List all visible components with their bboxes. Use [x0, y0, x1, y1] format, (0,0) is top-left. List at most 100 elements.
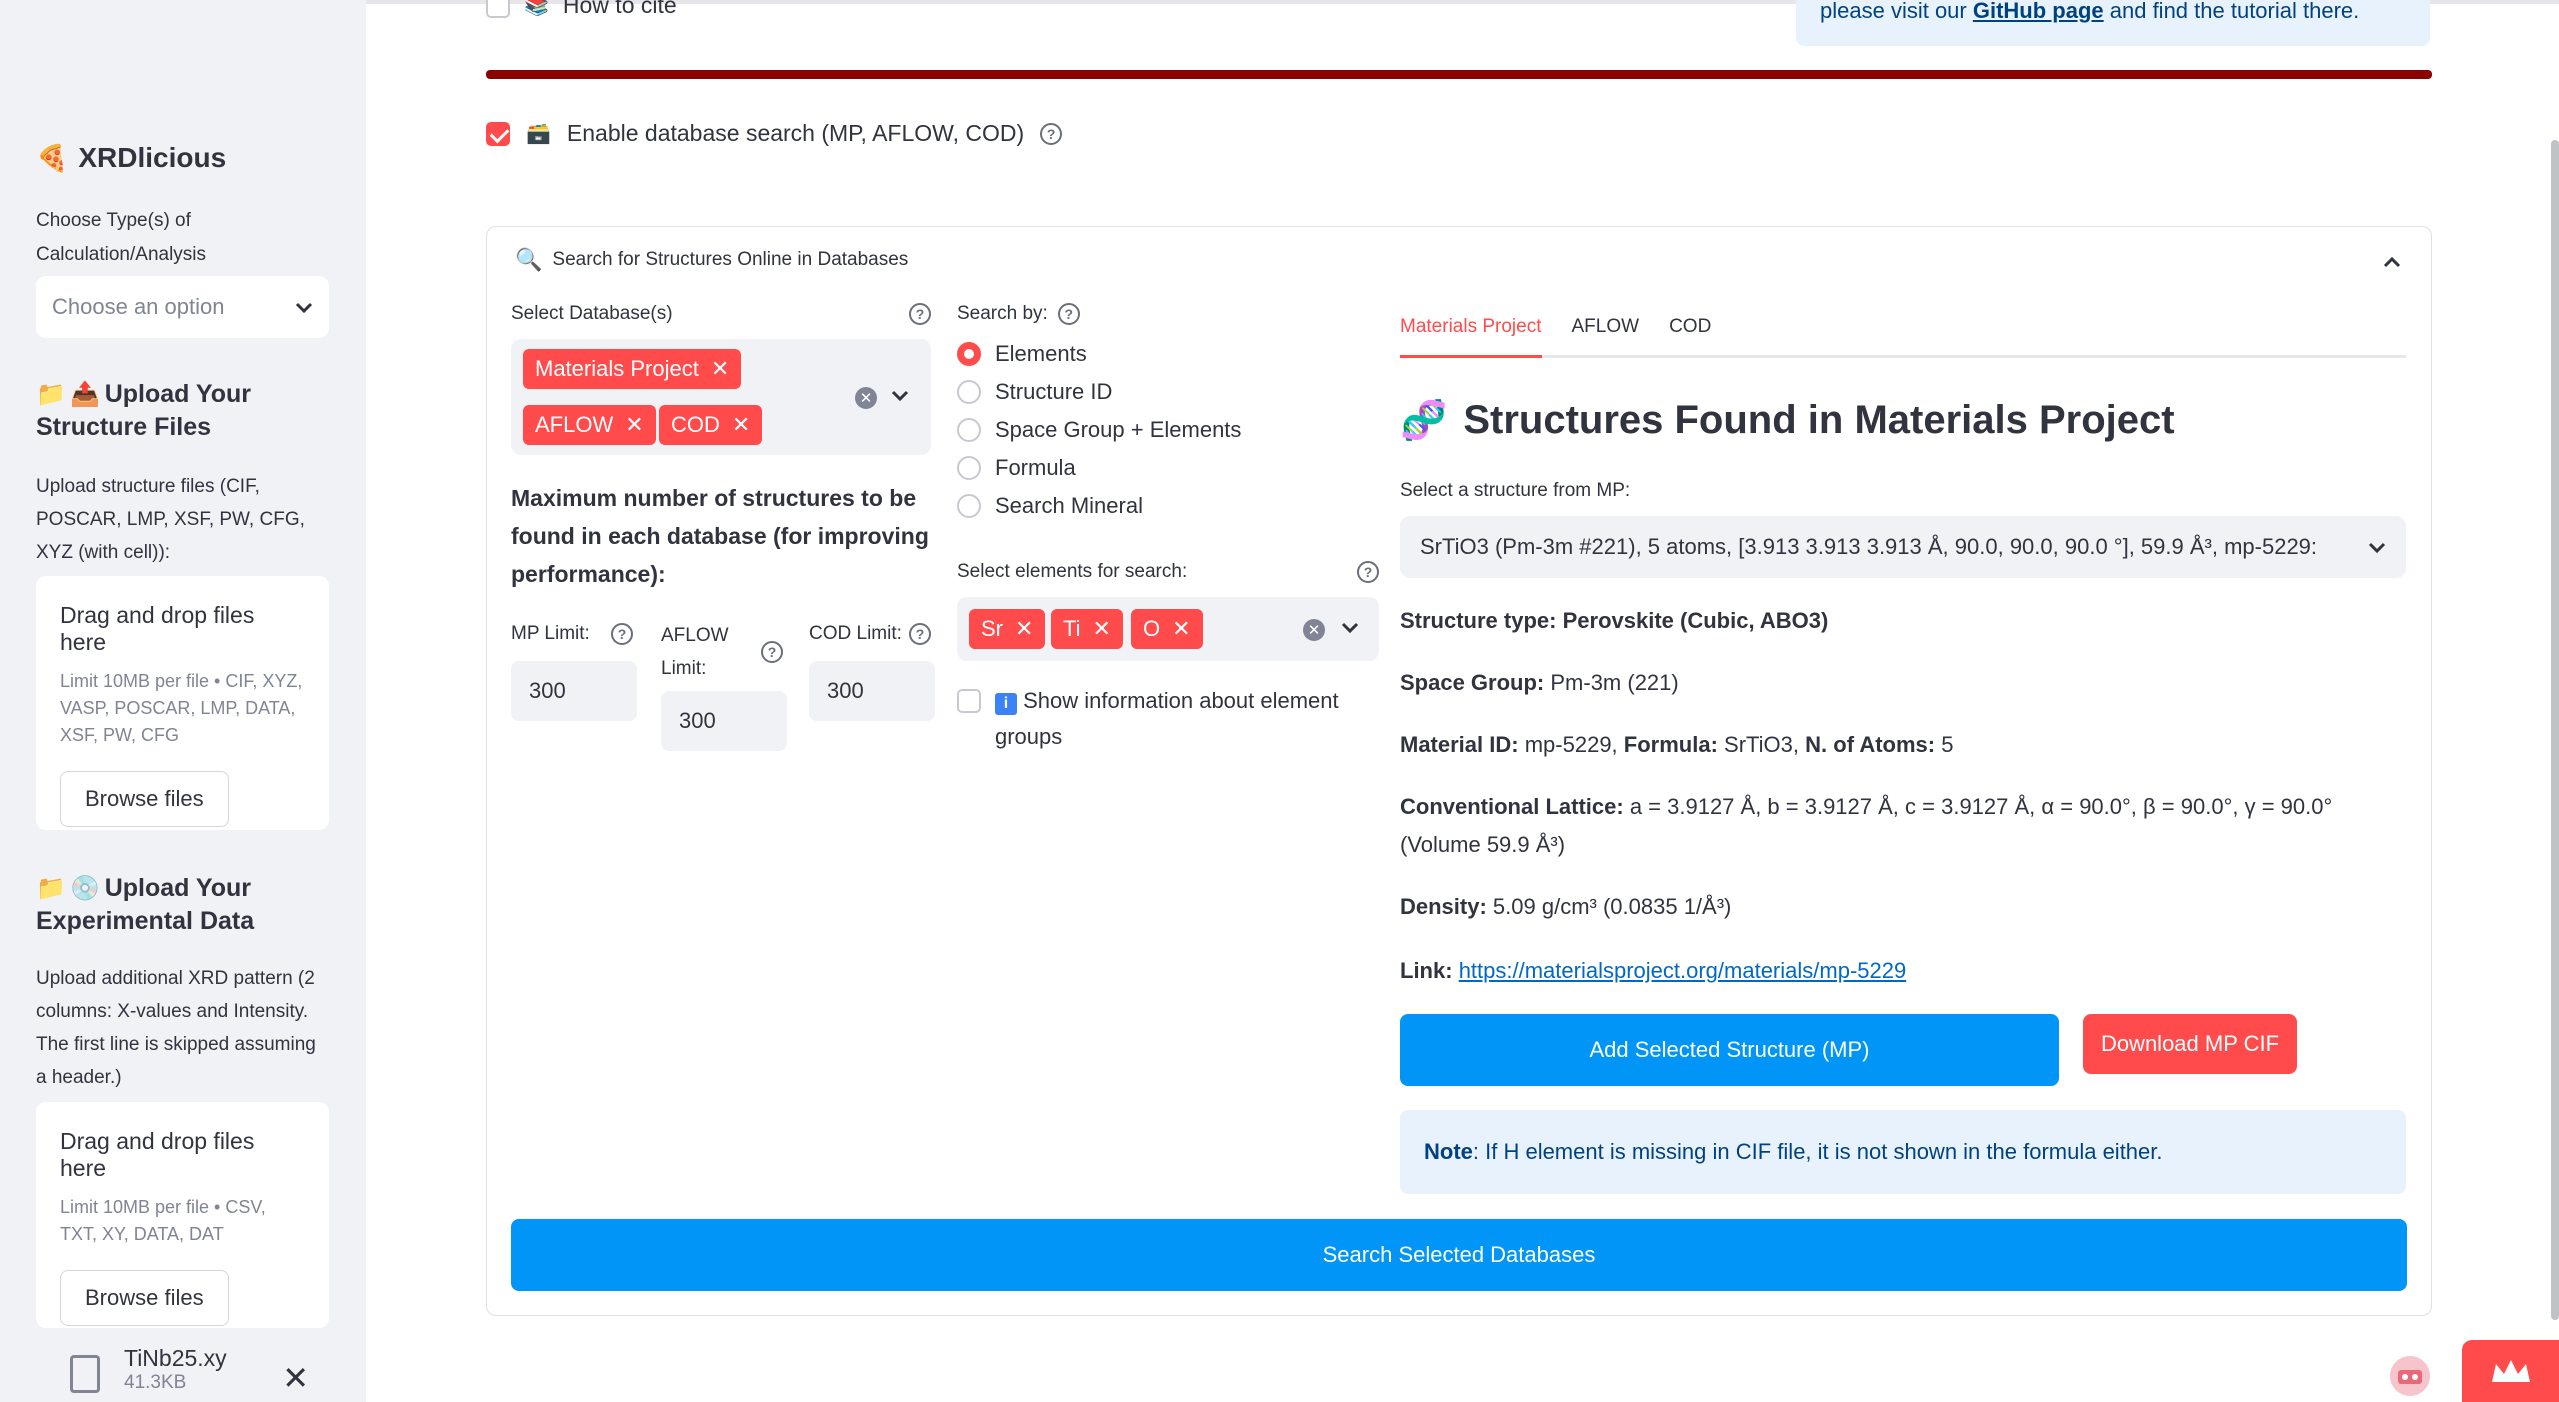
app-title: 🍕 XRDlicious — [36, 142, 227, 173]
show-element-info-checkbox[interactable]: i Show information about element groups — [957, 683, 1377, 755]
github-link[interactable]: GitHub page — [1973, 0, 2104, 23]
search-by-label: Search by: — [957, 303, 1048, 324]
chevron-down-icon — [295, 294, 313, 320]
radio-structure-id[interactable]: Structure ID — [957, 373, 1241, 411]
upload-experimental-description: Upload additional XRD pattern (2 columns… — [36, 968, 316, 1088]
material-id: Material ID: mp-5229, Formula: SrTiO3, N… — [1400, 732, 1954, 757]
card-box-icon: 🗃️ — [526, 123, 551, 145]
streamlit-status-icon[interactable] — [2388, 1354, 2432, 1398]
remove-tag-icon[interactable]: ✕ — [1015, 616, 1033, 642]
experimental-file-dropzone[interactable]: Drag and drop files here Limit 10MB per … — [36, 1102, 329, 1328]
download-mp-cif-button[interactable]: Download MP CIF — [2083, 1014, 2297, 1074]
material-link: Link: https://materialsproject.org/mater… — [1400, 958, 1907, 983]
streamlit-crown-badge[interactable] — [2462, 1340, 2559, 1402]
crown-icon — [2492, 1360, 2530, 1382]
radio-space-group-elements[interactable]: Space Group + Elements — [957, 411, 1241, 449]
help-icon[interactable]: ? — [909, 623, 931, 645]
radio-search-mineral[interactable]: Search Mineral — [957, 487, 1241, 525]
tab-cod[interactable]: COD — [1669, 302, 1711, 358]
radio-formula[interactable]: Formula — [957, 449, 1241, 487]
cod-limit-label: COD Limit: — [809, 623, 902, 644]
file-name: TiNb25.xy — [124, 1345, 227, 1371]
dropzone-limit: Limit 10MB per file • CIF, XYZ, VASP, PO… — [60, 671, 303, 745]
help-icon[interactable]: ? — [909, 303, 931, 325]
file-size: 41.3KB — [124, 1372, 187, 1393]
file-icon — [70, 1355, 100, 1393]
max-structures-label: Maximum number of structures to be found… — [511, 485, 929, 587]
db-tag-cod[interactable]: COD ✕ — [659, 405, 763, 445]
radio-dot[interactable] — [957, 342, 981, 366]
help-icon[interactable]: ? — [1357, 561, 1379, 583]
materials-project-link[interactable]: https://materialsproject.org/materials/m… — [1459, 958, 1907, 983]
disc-icon: 💿 — [70, 875, 101, 902]
checkbox-checked[interactable] — [486, 121, 510, 146]
enable-db-search-checkbox[interactable]: 🗃️ Enable database search (MP, AFLOW, CO… — [486, 120, 1063, 147]
chevron-up-icon[interactable] — [2383, 247, 2401, 275]
checkbox[interactable] — [486, 0, 510, 18]
tab-materials-project[interactable]: Materials Project — [1400, 302, 1542, 358]
chevron-down-icon[interactable] — [1341, 621, 1359, 639]
add-selected-structure-button[interactable]: Add Selected Structure (MP) — [1400, 1014, 2059, 1086]
radio-elements[interactable]: Elements — [957, 335, 1241, 373]
help-icon[interactable]: ? — [1057, 303, 1080, 325]
help-icon[interactable]: ? — [1040, 122, 1063, 145]
calc-type-select[interactable]: Choose an option — [36, 276, 329, 338]
calc-type-label: Choose Type(s) of Calculation/Analysis — [36, 210, 207, 265]
cite-label: How to cite — [562, 0, 677, 18]
tutorial-info-box: please visit our GitHub page and find th… — [1796, 0, 2430, 46]
expander-title: Search for Structures Online in Database… — [552, 249, 909, 270]
search-by-group: Search by: ? Elements Structure ID Space… — [957, 303, 1241, 525]
aflow-limit-label: AFLOW Limit: — [661, 625, 729, 679]
dropzone-title: Drag and drop files here — [60, 1128, 255, 1181]
elements-multiselect[interactable]: Sr ✕ Ti ✕ O ✕ ✕ — [957, 597, 1379, 661]
element-tag-o[interactable]: O ✕ — [1131, 609, 1203, 649]
structure-file-dropzone[interactable]: Drag and drop files here Limit 10MB per … — [36, 576, 329, 830]
database-multiselect[interactable]: Materials Project ✕ AFLOW ✕ COD ✕ ✕ — [511, 339, 931, 455]
radio-dot[interactable] — [957, 456, 981, 480]
dropzone-limit: Limit 10MB per file • CSV, TXT, XY, DATA… — [60, 1197, 266, 1244]
remove-tag-icon[interactable]: ✕ — [1093, 616, 1111, 642]
expander-header[interactable]: 🔍 Search for Structures Online in Databa… — [515, 247, 908, 273]
help-icon[interactable]: ? — [761, 641, 783, 663]
db-tag-mp[interactable]: Materials Project ✕ — [523, 349, 742, 389]
remove-file-icon[interactable]: ✕ — [282, 1359, 309, 1397]
radio-dot[interactable] — [957, 380, 981, 404]
upload-experimental-heading: 📁 💿 Upload Your Experimental Data — [36, 874, 255, 935]
element-tag-sr[interactable]: Sr ✕ — [969, 609, 1046, 649]
mp-limit-input[interactable]: 300 — [511, 661, 637, 721]
remove-tag-icon[interactable]: ✕ — [711, 356, 729, 382]
sidebar: 🍕 XRDlicious Choose Type(s) of Calculati… — [0, 0, 366, 1402]
remove-tag-icon[interactable]: ✕ — [1172, 616, 1190, 642]
selected-structure-value: SrTiO3 (Pm-3m #221), 5 atoms, [3.913 3.9… — [1420, 534, 2318, 559]
scrollbar[interactable] — [2551, 140, 2559, 1320]
remove-tag-icon[interactable]: ✕ — [732, 412, 750, 438]
clear-all-icon[interactable]: ✕ — [855, 387, 877, 409]
space-group: Space Group: Pm-3m (221) — [1400, 670, 1679, 695]
element-tag-ti[interactable]: Ti ✕ — [1051, 609, 1123, 649]
browse-files-button[interactable]: Browse files — [60, 1270, 229, 1326]
how-to-cite-checkbox[interactable]: 📚 How to cite — [486, 0, 677, 19]
chevron-down-icon[interactable] — [891, 389, 909, 407]
select-db-label: Select Database(s) — [511, 303, 673, 324]
density: Density: 5.09 g/cm³ (0.0835 1/Å³) — [1400, 894, 1732, 919]
conventional-lattice: Conventional Lattice: a = 3.9127 Å, b = … — [1400, 794, 2333, 857]
tab-aflow[interactable]: AFLOW — [1572, 302, 1640, 358]
section-divider-bar — [486, 70, 2432, 79]
cod-limit-input[interactable]: 300 — [809, 661, 935, 721]
remove-tag-icon[interactable]: ✕ — [625, 412, 643, 438]
structure-select[interactable]: SrTiO3 (Pm-3m #221), 5 atoms, [3.913 3.9… — [1400, 516, 2406, 578]
dna-icon: 🧬 — [1400, 399, 1448, 442]
select-structure-label: Select a structure from MP: — [1400, 480, 1631, 501]
help-icon[interactable]: ? — [611, 623, 633, 645]
checkbox[interactable] — [957, 689, 981, 713]
calc-type-placeholder: Choose an option — [52, 294, 225, 319]
radio-dot[interactable] — [957, 418, 981, 442]
aflow-limit-input[interactable]: 300 — [661, 691, 787, 751]
db-tag-aflow[interactable]: AFLOW ✕ — [523, 405, 656, 445]
search-selected-databases-button[interactable]: Search Selected Databases — [511, 1219, 2407, 1291]
radio-dot[interactable] — [957, 494, 981, 518]
chevron-down-icon — [2368, 534, 2386, 560]
pizza-icon: 🍕 — [36, 142, 69, 173]
browse-files-button[interactable]: Browse files — [60, 771, 229, 827]
clear-all-icon[interactable]: ✕ — [1303, 619, 1325, 641]
